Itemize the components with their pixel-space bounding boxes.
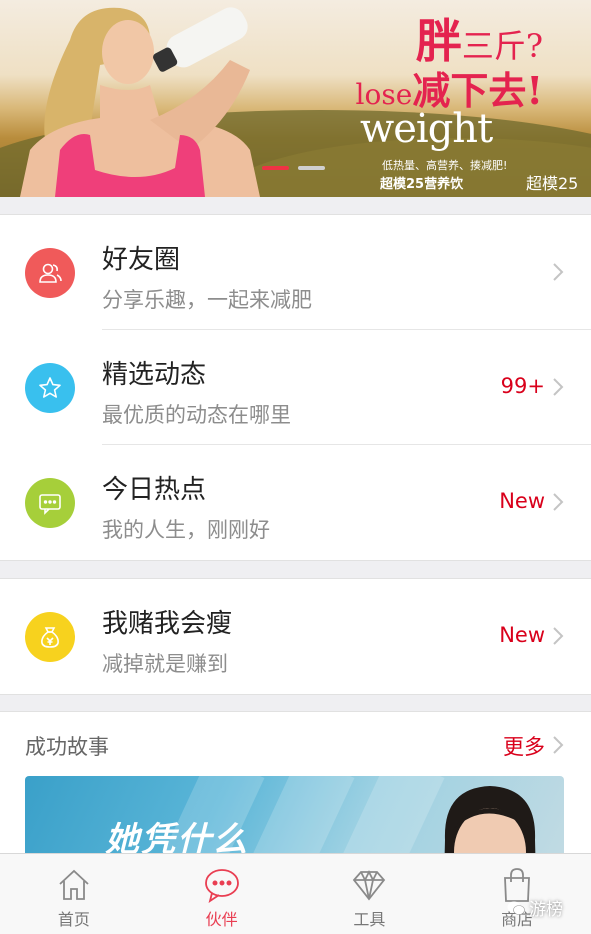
menu-item-badge: 99+ (500, 374, 545, 398)
tab-tools[interactable]: 工具 (296, 854, 444, 934)
watermark-text: 游榜 (529, 900, 563, 920)
menu-item-badge: New (499, 489, 545, 513)
watermark: 游榜 (507, 895, 563, 920)
tab-label: 工具 (353, 910, 386, 929)
diamond-icon (353, 869, 386, 901)
tab-partners[interactable]: 伙伴 (148, 854, 296, 934)
menu-item-title: 好友圈 (102, 245, 181, 275)
banner-tagline: 低热量、高营养、揍减肥! (382, 159, 508, 172)
people-icon (25, 248, 75, 298)
app-screen: 胖三斤? lose减下去! weight 低热量、高营养、揍减肥! 超模25营养… (0, 0, 591, 934)
banner-title-small: 三斤? (461, 27, 543, 65)
chevron-right-icon (553, 493, 564, 511)
banner-headline: 胖三斤? lose减下去! (356, 14, 543, 115)
chevron-right-icon (553, 627, 564, 645)
menu-item-title: 精选动态 (102, 360, 207, 390)
menu-item-title: 我赌我会瘦 (102, 609, 233, 639)
menu-item-subtitle: 分享乐趣，一起来减肥 (102, 288, 312, 312)
menu-item-bet-slim[interactable]: 我赌我会瘦 减掉就是赚到 New (0, 579, 591, 694)
bet-menu-group: 我赌我会瘦 减掉就是赚到 New (0, 578, 591, 695)
tab-label: 伙伴 (205, 910, 238, 929)
carousel-dot[interactable] (298, 166, 325, 170)
wechat-icon (507, 901, 525, 915)
social-menu-group: 好友圈 分享乐趣，一起来减肥 精选动态 最优质的动态在哪里 99+ 今日热点 我… (0, 214, 591, 561)
banner-product-name: 超模25营养饮 (380, 177, 464, 192)
section-title: 成功故事 (25, 735, 109, 759)
tab-home[interactable]: 首页 (0, 854, 148, 934)
banner-weight-text: weight (360, 106, 493, 152)
moneybag-icon (25, 612, 75, 662)
menu-item-friends-circle[interactable]: 好友圈 分享乐趣，一起来减肥 (0, 215, 591, 330)
home-icon (59, 869, 89, 900)
promo-banner[interactable]: 胖三斤? lose减下去! weight 低热量、高营养、揍减肥! 超模25营养… (0, 0, 591, 197)
banner-title-big: 胖 (415, 14, 462, 68)
success-stories-section: 成功故事 更多 她凭什么 (0, 711, 591, 886)
carousel-indicator[interactable] (262, 166, 325, 170)
banner-logo: 超模25 (526, 174, 579, 193)
carousel-dot[interactable] (262, 166, 289, 170)
menu-item-today-hot[interactable]: 今日热点 我的人生，刚刚好 New (0, 445, 591, 560)
chat-icon (25, 478, 75, 528)
star-icon (25, 363, 75, 413)
tab-shop[interactable]: 商店 (443, 854, 591, 934)
menu-item-title: 今日热点 (102, 475, 207, 505)
chat-bubble-icon (204, 869, 239, 904)
chevron-right-icon[interactable] (551, 734, 565, 756)
tab-label: 首页 (57, 910, 90, 929)
menu-item-featured-posts[interactable]: 精选动态 最优质的动态在哪里 99+ (0, 330, 591, 445)
banner-athlete-image (20, 7, 260, 197)
more-link[interactable]: 更多 (503, 731, 545, 761)
menu-item-subtitle: 我的人生，刚刚好 (102, 518, 270, 542)
menu-item-subtitle: 最优质的动态在哪里 (102, 403, 291, 427)
chevron-right-icon (553, 378, 564, 396)
menu-item-subtitle: 减掉就是赚到 (102, 652, 228, 676)
menu-item-badge: New (499, 623, 545, 647)
chevron-right-icon (553, 263, 564, 281)
bottom-tab-bar: 首页 伙伴 工具 商店 (0, 853, 591, 934)
